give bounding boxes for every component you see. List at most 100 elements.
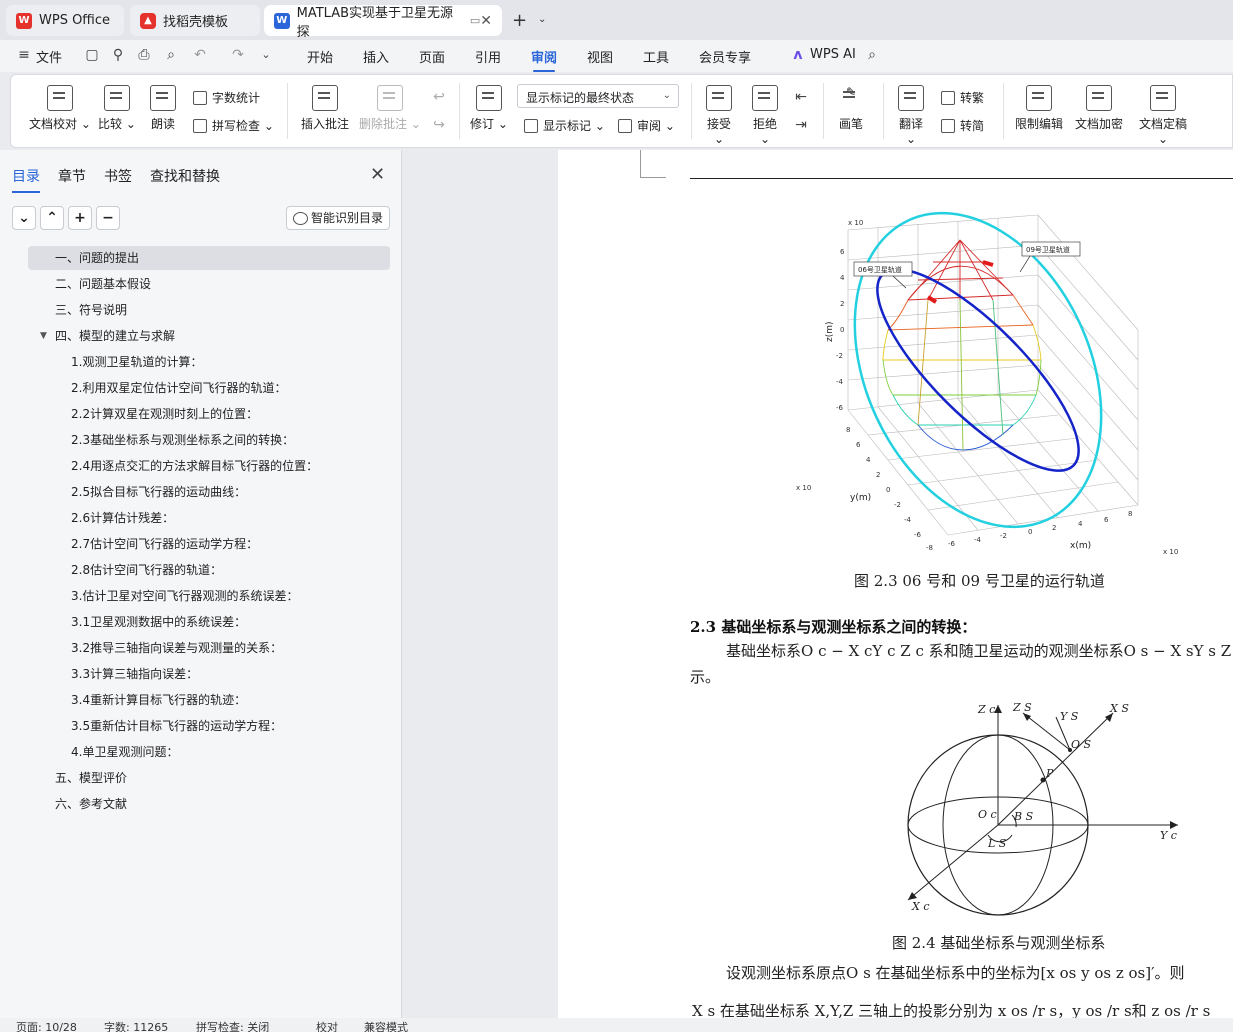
remove-heading-icon[interactable]: −	[96, 206, 120, 230]
menu-view[interactable]: 视图	[587, 47, 613, 66]
status-bar: 页面: 10/28 字数: 11265 拼写检查: 关闭 校对 兼容模式	[0, 1018, 1233, 1032]
spell-check-icon	[193, 118, 207, 133]
page-indicator[interactable]: 页面: 10/28	[16, 1019, 77, 1032]
expand-triangle-icon[interactable]: ▼	[40, 331, 47, 341]
toc-item[interactable]: 3.估计卫星对空间飞行器观测的系统误差：	[71, 584, 298, 608]
add-heading-icon[interactable]: +	[68, 206, 92, 230]
document-page[interactable]: 06号卫星轨道 09号卫星轨道 x 10 x 10 x 10 6 4 2 0 -2 -4-…	[558, 150, 1233, 1018]
tab-chapter[interactable]: 章节	[58, 166, 86, 186]
to-traditional-button[interactable]: 转繁	[941, 89, 984, 106]
menu-member[interactable]: 会员专享	[699, 47, 751, 66]
toc-item[interactable]: 3.1卫星观测数据中的系统误差：	[71, 610, 246, 634]
toc-item[interactable]: 2.3基础坐标系与观测坐标系之间的转换：	[71, 428, 294, 452]
review-pane-icon	[618, 118, 632, 133]
finalize-button[interactable]: 文档定稿 ⌄	[1133, 85, 1193, 146]
svg-text:-4: -4	[836, 378, 844, 386]
review-pane-button[interactable]: 审阅 ⌄	[618, 117, 675, 134]
tab-document[interactable]: W MATLAB实现基于卫星无源探 ▭ ✕	[264, 5, 502, 40]
menu-insert[interactable]: 插入	[363, 47, 389, 66]
svg-text:0: 0	[840, 326, 844, 334]
pen-button[interactable]: ✎ 画笔	[833, 85, 869, 132]
toc-item[interactable]: 一、问题的提出	[28, 246, 390, 270]
show-markup-button[interactable]: 显示标记 ⌄	[524, 117, 605, 134]
menu-page[interactable]: 页面	[419, 47, 445, 66]
window-icon[interactable]: ▭	[470, 14, 480, 27]
toc-item[interactable]: 2.利用双星定位估计空间飞行器的轨道：	[71, 376, 286, 400]
svg-text:2: 2	[1052, 524, 1056, 532]
word-count[interactable]: 字数: 11265	[104, 1019, 168, 1032]
toc-item[interactable]: 五、模型评价	[55, 766, 127, 790]
menu-reference[interactable]: 引用	[475, 47, 501, 66]
search-icon[interactable]: ⌕	[864, 47, 880, 63]
markup-state-select[interactable]: 显示标记的最终状态 ⌄	[517, 84, 679, 108]
toc-item[interactable]: 2.5拟合目标飞行器的运动曲线：	[71, 480, 246, 504]
compare-button[interactable]: 比较 ⌄	[97, 85, 137, 132]
toc-item[interactable]: 1.观测卫星轨道的计算：	[71, 350, 202, 374]
share-icon[interactable]: ⚲	[110, 47, 126, 63]
spell-check-button[interactable]: 拼写检查 ⌄	[193, 117, 274, 134]
menu-wps-ai[interactable]: WPS AI	[810, 47, 856, 62]
toc-item[interactable]: 六、参考文献	[55, 792, 127, 816]
close-panel-icon[interactable]: ✕	[370, 164, 385, 185]
toc-item[interactable]: 3.3计算三轴指向误差：	[71, 662, 198, 686]
tab-toc[interactable]: 目录	[12, 166, 40, 193]
chevron-down-icon[interactable]: ⌄	[538, 14, 546, 25]
word-count-button[interactable]: 字数统计	[193, 89, 260, 106]
spell-check-status[interactable]: 拼写检查: 关闭	[196, 1019, 269, 1032]
new-tab-icon[interactable]: +	[512, 10, 527, 31]
more-chevron-icon[interactable]: ⌄	[258, 47, 274, 63]
menu-tools[interactable]: 工具	[643, 47, 669, 66]
close-tab-icon[interactable]: ✕	[480, 13, 492, 29]
toc-item[interactable]: 2.8估计空间飞行器的轨道：	[71, 558, 222, 582]
next-change-icon[interactable]: ⇥	[793, 117, 809, 133]
undo-icon[interactable]: ↶	[192, 47, 208, 63]
read-aloud-button[interactable]: 朗读	[145, 85, 181, 132]
next-comment-icon[interactable]: ↪	[431, 117, 447, 133]
wps-window: W WPS Office ▲ 找稻壳模板 W MATLAB实现基于卫星无源探 ▭…	[0, 0, 1233, 1032]
tab-template[interactable]: ▲ 找稻壳模板	[130, 5, 260, 36]
menu-review[interactable]: 审阅	[531, 47, 557, 72]
prev-comment-icon[interactable]: ↩	[431, 89, 447, 105]
print-icon[interactable]: ⎙	[136, 47, 152, 63]
toc-item[interactable]: 3.2推导三轴指向误差与观测量的关系：	[71, 636, 282, 660]
insert-comment-icon	[312, 85, 338, 111]
redo-icon[interactable]: ↷	[230, 47, 246, 63]
delete-comment-button[interactable]: 删除批注 ⌄	[359, 85, 421, 132]
tab-find-replace[interactable]: 查找和替换	[150, 166, 220, 186]
prev-change-icon[interactable]: ⇤	[793, 89, 809, 105]
toc-item[interactable]: 2.6计算估计残差：	[71, 506, 174, 530]
paragraph-1-line-1: 基础坐标系O c − X cY c Z c 系和随卫星运动的观测坐标系O s −…	[726, 642, 1233, 660]
collapse-icon[interactable]: ⌄	[12, 206, 36, 230]
toc-item[interactable]: 3.4重新计算目标飞行器的轨迹：	[71, 688, 246, 712]
hamburger-icon[interactable]: ≡	[16, 47, 32, 63]
smart-toc-button[interactable]: 智能识别目录	[286, 206, 390, 230]
toc-item[interactable]: 四、模型的建立与求解	[55, 324, 175, 348]
proof-status[interactable]: 校对	[316, 1019, 338, 1032]
menu-file[interactable]: 文件	[36, 47, 62, 66]
coordinate-figure: Z c Z S Y S X S O S P O c B S Y c L S X …	[907, 701, 1178, 916]
save-icon[interactable]: ▢	[84, 47, 100, 63]
menu-home[interactable]: 开始	[307, 47, 333, 66]
toc-item[interactable]: 2.2计算双星在观测时刻上的位置：	[71, 402, 258, 426]
insert-comment-button[interactable]: 插入批注	[299, 85, 351, 132]
translate-button[interactable]: 翻译 ⌄	[893, 85, 929, 146]
encrypt-button[interactable]: 文档加密	[1073, 85, 1125, 132]
accept-button[interactable]: 接受 ⌄	[701, 85, 737, 146]
reject-button[interactable]: 拒绝 ⌄	[747, 85, 783, 146]
revise-button[interactable]: 修订 ⌄	[469, 85, 509, 132]
proofread-button[interactable]: 文档校对 ⌄	[27, 85, 93, 132]
toc-item[interactable]: 2.4用逐点交汇的方法求解目标飞行器的位置：	[71, 454, 318, 478]
expand-icon[interactable]: ⌃	[40, 206, 64, 230]
tab-bookmark[interactable]: 书签	[104, 166, 132, 186]
tab-wps-office[interactable]: W WPS Office	[6, 5, 124, 36]
toc-item[interactable]: 二、问题基本假设	[55, 272, 151, 296]
to-simplified-button[interactable]: 转简	[941, 117, 984, 134]
print-preview-icon[interactable]: ⌕	[163, 47, 179, 63]
toc-item[interactable]: 2.7估计空间飞行器的运动学方程：	[71, 532, 258, 556]
svg-text:-6: -6	[948, 540, 956, 548]
toc-item[interactable]: 3.5重新估计目标飞行器的运动学方程：	[71, 714, 282, 738]
toc-item[interactable]: 4.单卫星观测问题：	[71, 740, 178, 764]
tab-label: MATLAB实现基于卫星无源探	[296, 5, 454, 40]
toc-item[interactable]: 三、符号说明	[55, 298, 127, 322]
restrict-edit-button[interactable]: 限制编辑	[1013, 85, 1065, 132]
